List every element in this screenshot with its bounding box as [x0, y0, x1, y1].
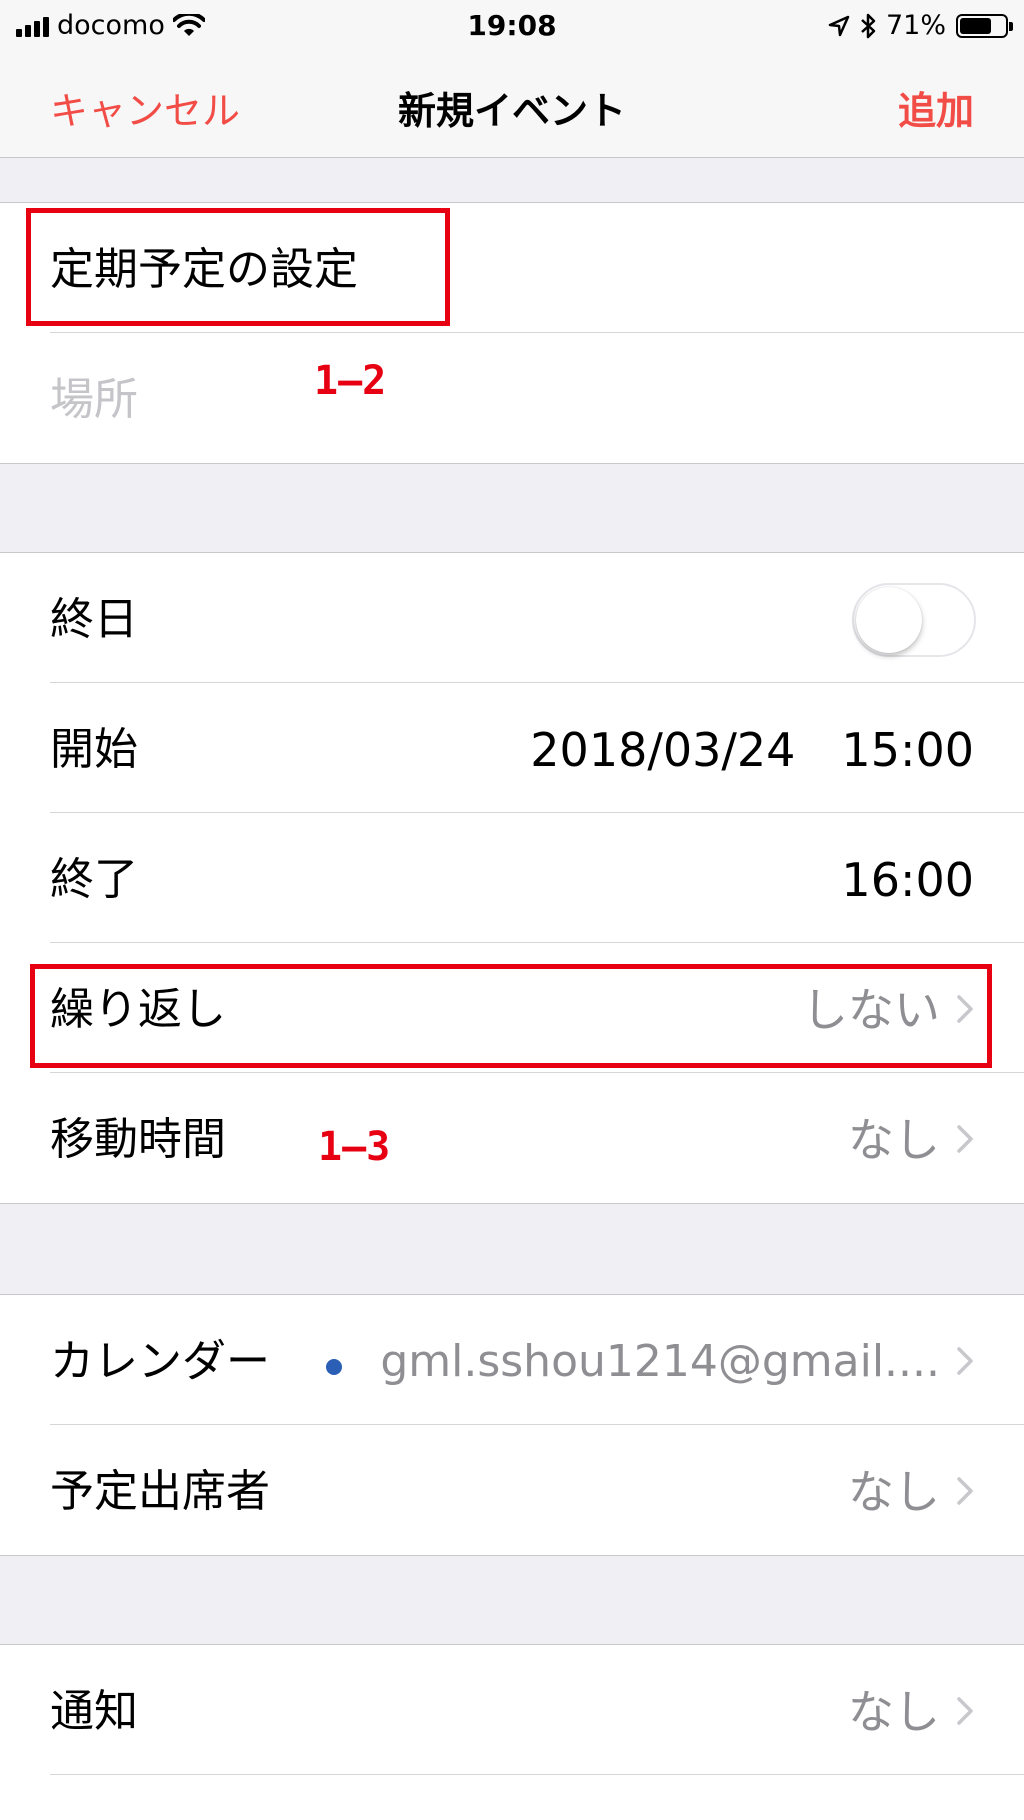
invitees-row[interactable]: 予定出席者 なし: [50, 1425, 1024, 1555]
end-time[interactable]: 16:00: [841, 855, 974, 905]
alert-row[interactable]: 通知 なし: [50, 1645, 1024, 1775]
calendar-color-dot: [326, 1359, 342, 1375]
annotation-label-1-2: 1–2: [314, 358, 387, 404]
chevron-right-icon: [957, 1697, 973, 1725]
location-row[interactable]: 場所: [50, 333, 1024, 463]
alert-label: 通知: [50, 1686, 138, 1737]
alerts-group: 通知 なし: [0, 1644, 1024, 1820]
all-day-toggle[interactable]: [852, 583, 976, 657]
chevron-right-icon: [957, 1125, 973, 1153]
annotation-box-repeat: [30, 964, 992, 1068]
status-bar: docomo 19:08 71%: [0, 0, 1024, 52]
start-row[interactable]: 開始 2018/03/24 15:00: [50, 683, 1024, 813]
annotation-label-1-3: 1–3: [318, 1124, 391, 1170]
chevron-right-icon: [957, 1347, 973, 1375]
toggle-knob: [856, 587, 922, 653]
battery-percent: 71%: [885, 10, 946, 41]
status-bar-right: 71%: [828, 10, 1013, 41]
bluetooth-icon: [861, 13, 876, 38]
add-button[interactable]: 追加: [898, 80, 974, 135]
page-title: 新規イベント: [397, 89, 626, 133]
end-row[interactable]: 終了 16:00: [50, 813, 1024, 943]
all-day-row: 終日: [50, 553, 1024, 683]
partial-row[interactable]: [50, 1775, 1024, 1820]
travel-time-value: なし: [848, 1113, 940, 1167]
battery-icon: [956, 13, 1013, 38]
start-datetime[interactable]: 2018/03/24 15:00: [530, 725, 974, 775]
calendar-label: カレンダー: [50, 1336, 270, 1387]
travel-time-label: 移動時間: [50, 1114, 226, 1165]
calendar-group: カレンダー gml.sshou1214@gmail.... 予定出席者 なし: [0, 1294, 1024, 1556]
nav-bar: キャンセル 新規イベント 追加: [0, 52, 1024, 158]
calendar-row[interactable]: カレンダー gml.sshou1214@gmail....: [50, 1295, 1024, 1425]
all-day-label: 終日: [50, 594, 138, 645]
end-label: 終了: [50, 854, 138, 905]
location-arrow-icon: [828, 15, 850, 36]
alert-value: なし: [848, 1685, 940, 1739]
start-time: 15:00: [841, 723, 974, 777]
invitees-value: なし: [848, 1465, 940, 1519]
location-field[interactable]: 場所: [50, 375, 138, 425]
travel-time-row[interactable]: 移動時間 なし: [50, 1073, 1024, 1203]
start-date: 2018/03/24: [530, 723, 796, 777]
start-label: 開始: [50, 724, 138, 775]
annotation-box-title: [26, 208, 450, 326]
invitees-label: 予定出席者: [50, 1466, 270, 1517]
schedule-group: 終日 開始 2018/03/24 15:00 終了 16:00 繰り返し しない …: [0, 552, 1024, 1204]
calendar-value: gml.sshou1214@gmail....: [380, 1336, 940, 1387]
cancel-button[interactable]: キャンセル: [50, 80, 240, 135]
chevron-right-icon: [957, 1477, 973, 1505]
